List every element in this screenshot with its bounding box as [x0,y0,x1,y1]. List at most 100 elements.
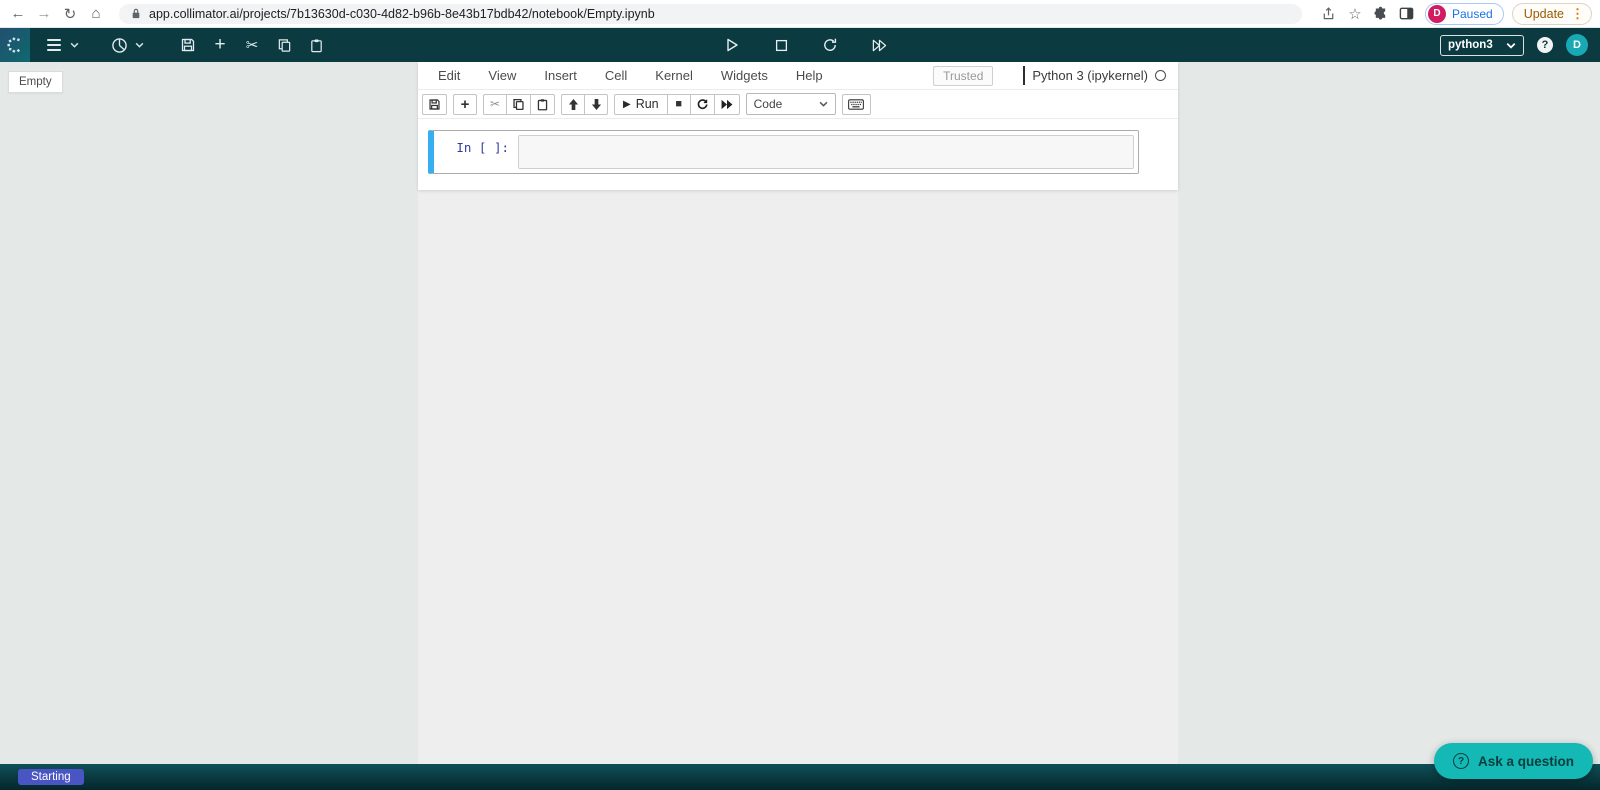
menu-cell[interactable]: Cell [591,68,641,83]
notebook-container: Edit View Insert Cell Kernel Widgets Hel… [418,62,1178,190]
notebook-panel: Edit View Insert Cell Kernel Widgets Hel… [418,62,1178,764]
add-block-button[interactable]: + [206,31,234,59]
app-logo-button[interactable] [0,28,30,62]
main-menu-button[interactable] [40,31,68,59]
arrow-down-icon [591,98,602,111]
nb-cut-button[interactable]: ✂ [483,94,507,115]
share-button[interactable] [1316,2,1342,26]
user-avatar[interactable]: D [1566,34,1588,56]
file-tab-empty[interactable]: Empty [8,71,63,93]
stop-simulation-button[interactable] [767,31,795,59]
menu-widgets[interactable]: Widgets [707,68,782,83]
restart-icon [696,98,709,111]
side-panel-button[interactable] [1394,2,1420,26]
nb-add-cell-button[interactable]: + [453,94,477,115]
share-icon [1321,6,1336,21]
nb-paste-button[interactable] [530,94,555,115]
address-bar[interactable]: app.collimator.ai/projects/7b13630d-c030… [119,4,1302,24]
cell-code-editor[interactable] [518,135,1134,169]
nb-restart-run-all-button[interactable] [714,94,740,115]
reload-icon: ↻ [64,5,77,23]
app-toolbar: + ✂ [0,28,1600,62]
url-text: app.collimator.ai/projects/7b13630d-c030… [149,7,655,21]
command-palette-button[interactable] [842,94,871,115]
browser-toolbar: ← → ↻ ⌂ app.collimator.ai/projects/7b136… [0,0,1600,28]
cut-button[interactable]: ✂ [238,31,266,59]
scissors-icon: ✂ [246,36,259,54]
help-button[interactable]: ? [1537,37,1553,53]
extensions-button[interactable] [1368,2,1394,26]
chevron-down-icon [70,42,79,48]
puzzle-icon [1373,6,1388,21]
update-label: Update [1524,7,1564,21]
cell-type-value: Code [754,97,783,111]
refresh-icon [822,37,838,53]
play-outline-icon [724,37,740,53]
question-mark-icon: ? [1542,39,1549,51]
nb-move-up-button[interactable] [561,94,585,115]
browser-home-button[interactable]: ⌂ [83,2,109,26]
menu-edit[interactable]: Edit [424,68,474,83]
nb-run-button[interactable]: ▶ Run [614,94,668,115]
file-tab-label: Empty [19,76,52,88]
nb-interrupt-button[interactable]: ■ [667,94,691,115]
hamburger-icon [47,39,61,51]
stop-icon: ■ [675,98,682,110]
browser-update-button[interactable]: Update ⋮ [1512,3,1592,25]
run-simulation-button[interactable] [718,31,746,59]
chevron-down-icon [135,42,144,48]
clipboard-icon [309,38,324,53]
nb-restart-button[interactable] [690,94,715,115]
kernel-select[interactable]: python3 [1440,35,1524,56]
refresh-button[interactable] [816,31,844,59]
keyboard-icon [848,99,864,110]
profile-sync-chip[interactable]: D Paused [1425,3,1504,25]
copy-button[interactable] [270,31,298,59]
sync-status-label: Paused [1452,7,1493,21]
copy-icon [512,98,525,111]
cell-type-select[interactable]: Code [746,93,836,115]
main-menu-caret[interactable] [70,42,79,48]
simulation-controls [718,28,893,62]
bookmark-button[interactable]: ☆ [1342,2,1368,26]
copy-icon [277,38,292,53]
fast-forward-outline-icon [870,38,888,53]
menu-insert[interactable]: Insert [530,68,591,83]
avatar-initial: D [1573,39,1581,51]
code-cell[interactable]: In [ ]: [428,130,1139,174]
star-icon: ☆ [1348,5,1361,23]
kernel-idle-icon [1155,70,1166,81]
nb-move-down-button[interactable] [584,94,608,115]
nb-copy-button[interactable] [506,94,531,115]
notebook-menubar-right: Trusted Python 3 (ipykernel) [933,66,1170,86]
menu-view[interactable]: View [474,68,530,83]
fast-forward-icon [720,99,734,110]
save-icon [428,98,441,111]
notebook-menubar: Edit View Insert Cell Kernel Widgets Hel… [418,62,1178,90]
browser-reload-button[interactable]: ↻ [57,2,83,26]
browser-back-button[interactable]: ← [5,2,31,26]
model-time-caret[interactable] [135,42,144,48]
fast-forward-button[interactable] [865,31,893,59]
kernel-divider [1023,66,1025,85]
browser-forward-button[interactable]: → [31,2,57,26]
notebook-toolbar: + ✂ [418,90,1178,119]
plus-icon: + [214,34,225,56]
ask-question-button[interactable]: ? Ask a question [1434,743,1593,779]
trusted-badge[interactable]: Trusted [933,66,993,86]
save-button[interactable] [174,31,202,59]
menu-kernel[interactable]: Kernel [641,68,707,83]
back-icon: ← [11,5,26,22]
status-bar: Starting [0,764,1600,790]
kernel-name-label: Python 3 (ipykernel) [1032,68,1148,83]
nb-save-button[interactable] [422,94,447,115]
browser-menu-icon: ⋮ [1571,6,1584,22]
kernel-status-badge: Starting [18,769,84,785]
lock-icon [131,7,141,20]
app-toolbar-right: python3 ? D [1440,28,1588,62]
paste-button[interactable] [302,31,330,59]
home-icon: ⌂ [91,5,100,22]
model-time-button[interactable] [105,31,133,59]
kernel-select-value: python3 [1448,39,1493,51]
menu-help[interactable]: Help [782,68,837,83]
